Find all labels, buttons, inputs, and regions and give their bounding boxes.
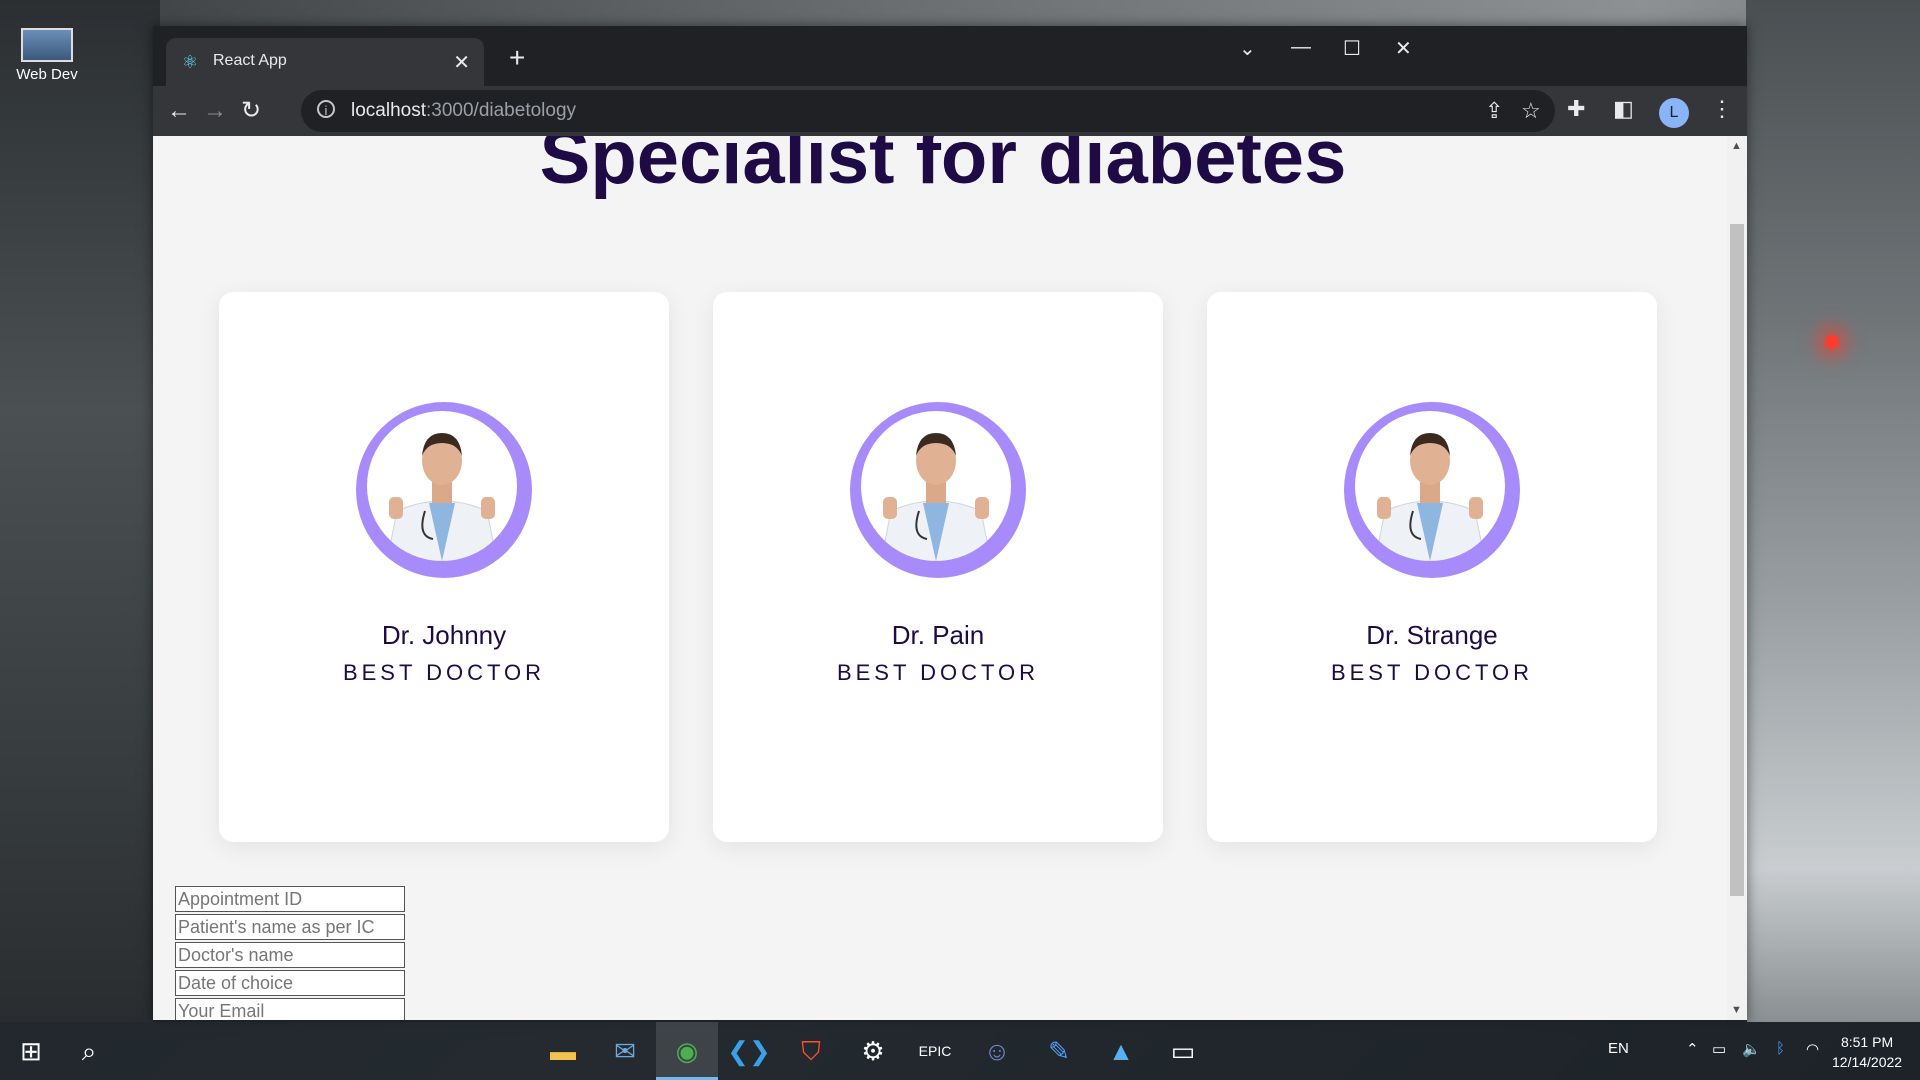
forward-arrow-icon[interactable]: → (203, 96, 227, 126)
avatar-ring (850, 402, 1026, 578)
react-favicon-icon: ⚛ (182, 52, 199, 72)
scrollbar-thumb[interactable] (1730, 224, 1744, 896)
side-panel-icon[interactable]: ◧ (1613, 96, 1634, 122)
brave-icon[interactable]: ⛉ (780, 1022, 842, 1080)
email-input[interactable] (175, 998, 405, 1020)
url-host: localhost (351, 100, 426, 121)
doctor-figure-icon (1374, 433, 1486, 561)
address-bar[interactable]: i localhost:3000/diabetology ⇪ ☆ (301, 90, 1555, 132)
system-clock[interactable]: 8:51 PM 12/14/2022 (1832, 1032, 1902, 1072)
chrome-icon[interactable]: ◉ (656, 1022, 718, 1080)
share-icon[interactable]: ⇪ (1485, 98, 1503, 124)
terminal-icon[interactable]: ▭ (1152, 1022, 1214, 1080)
wallpaper-left (0, 0, 160, 1022)
doctor-photo (861, 411, 1011, 561)
tab-title: React App (213, 52, 287, 69)
doctor-name: Dr. Strange (1366, 620, 1498, 650)
url-path: :3000/diabetology (426, 100, 577, 121)
url-text[interactable]: localhost:3000/diabetology (351, 100, 576, 122)
scroll-down-icon[interactable]: ▼ (1731, 1004, 1742, 1016)
mail-icon[interactable]: ✉ (594, 1022, 656, 1080)
minimize-button[interactable]: — (1291, 36, 1311, 59)
avatar-ring (1344, 402, 1520, 578)
doctor-name: Dr. Pain (891, 620, 985, 650)
reload-icon[interactable]: ↻ (241, 96, 261, 126)
maximize-button[interactable]: ☐ (1343, 36, 1361, 61)
wallpaper-right (1746, 0, 1920, 1022)
tab-search-icon[interactable]: ⌄ (1239, 36, 1256, 61)
close-window-button[interactable]: ✕ (1395, 36, 1412, 61)
chevron-up-icon[interactable]: ⌃ (1686, 1040, 1699, 1058)
language-indicator[interactable]: EN (1608, 1040, 1629, 1057)
bookmark-star-icon[interactable]: ☆ (1521, 98, 1541, 124)
date-input[interactable] (175, 970, 405, 996)
folder-thumbnail-icon (21, 28, 73, 62)
new-tab-button[interactable]: + (509, 44, 525, 72)
doctor-photo (367, 411, 517, 561)
doctor-role: BEST DOCTOR (836, 660, 1040, 685)
battery-icon[interactable]: ▭ (1712, 1040, 1726, 1058)
back-arrow-icon[interactable]: ← (167, 96, 191, 126)
discord-icon[interactable]: ☺ (966, 1022, 1028, 1080)
extensions-puzzle-icon[interactable]: ✚ (1567, 96, 1585, 122)
bluetooth-icon[interactable]: ᛒ (1776, 1040, 1785, 1057)
search-icon[interactable]: ⌕ (58, 1022, 120, 1080)
patient-name-input[interactable] (175, 914, 405, 940)
clock-date: 12/14/2022 (1832, 1054, 1903, 1070)
tab-strip: ⚛ React App ✕ + ⌄ — ☐ ✕ (153, 26, 1747, 86)
appointment-id-input[interactable] (175, 886, 405, 912)
close-tab-icon[interactable]: ✕ (453, 50, 470, 75)
appointment-form (175, 886, 405, 1020)
taskbar: ⊞ ⌕ ▬ ✉ ◉ ❮❯ ⛉ ⚙ EPIC ☺ ✎ ▲ ▭ EN ⌃ ▭ 🔈 ᛒ… (0, 1022, 1920, 1080)
vscode-icon[interactable]: ❮❯ (718, 1022, 780, 1080)
steam-icon[interactable]: ⚙ (842, 1022, 904, 1080)
wifi-icon[interactable]: ◠ (1806, 1040, 1819, 1058)
tab-react-app[interactable]: ⚛ React App ✕ (166, 38, 484, 86)
page-scrollbar[interactable]: ▲ ▼ (1727, 136, 1747, 1020)
app-icon[interactable]: ✎ (1028, 1022, 1090, 1080)
desktop-icon-label: Web Dev (16, 66, 78, 83)
doctor-role: BEST DOCTOR (1330, 660, 1534, 685)
menu-kebab-icon[interactable]: ⋮ (1711, 96, 1733, 122)
windows-start-icon[interactable]: ⊞ (0, 1022, 62, 1080)
file-explorer-icon[interactable]: ▬ (532, 1022, 594, 1080)
browser-window: ⚛ React App ✕ + ⌄ — ☐ ✕ ← → ↻ i localhos… (153, 26, 1747, 1022)
doctor-name: Dr. Johnny (381, 620, 507, 650)
clock-time: 8:51 PM (1840, 1034, 1894, 1050)
doctor-name-input[interactable] (175, 942, 405, 968)
doctor-card[interactable]: Dr. Pain BEST DOCTOR (713, 292, 1163, 842)
browser-toolbar: ← → ↻ i localhost:3000/diabetology ⇪ ☆ ✚… (153, 86, 1747, 136)
doctor-figure-icon (386, 433, 498, 561)
volume-icon[interactable]: 🔈 (1742, 1040, 1761, 1058)
doctor-card[interactable]: Dr. Johnny BEST DOCTOR (219, 292, 669, 842)
page-title: Specialist for diabetes (539, 136, 1347, 200)
scroll-up-icon[interactable]: ▲ (1731, 140, 1742, 152)
doctor-photo (1355, 411, 1505, 561)
desktop-icon-web-dev[interactable]: Web Dev (8, 28, 86, 83)
page-viewport: Specialist for diabetes Dr. Johnny BEST … (153, 136, 1747, 1020)
profile-avatar[interactable]: L (1659, 98, 1689, 128)
doctor-card[interactable]: Dr. Strange BEST DOCTOR (1207, 292, 1657, 842)
site-info-icon[interactable]: i (317, 100, 335, 118)
doctor-role: BEST DOCTOR (342, 660, 546, 685)
avatar-ring (356, 402, 532, 578)
wallpaper-signal-light (1825, 335, 1839, 349)
epic-games-icon[interactable]: EPIC (904, 1022, 966, 1080)
photos-icon[interactable]: ▲ (1090, 1022, 1152, 1080)
doctor-figure-icon (880, 433, 992, 561)
